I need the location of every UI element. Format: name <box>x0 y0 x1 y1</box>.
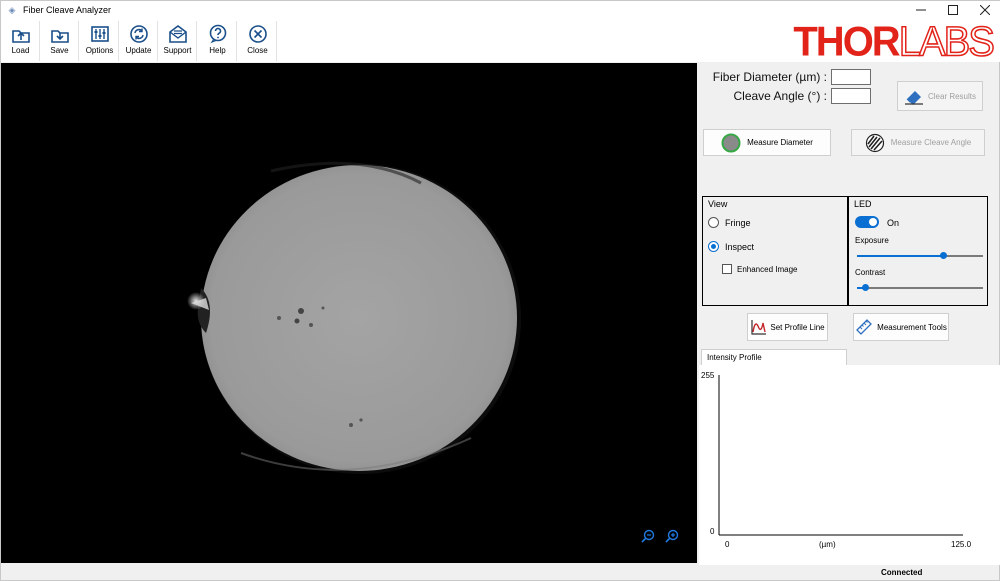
set-profile-line-button[interactable]: Set Profile Line <box>747 313 828 341</box>
clear-results-button[interactable]: Clear Results <box>897 81 983 111</box>
fiber-image-viewer[interactable] <box>1 63 697 563</box>
measure-diameter-button[interactable]: Measure Diameter <box>703 129 831 156</box>
eraser-icon <box>904 91 923 105</box>
title-bar: ◈ Fiber Cleave Analyzer <box>1 1 1000 19</box>
app-icon: ◈ <box>8 5 16 15</box>
window-controls <box>905 1 1000 19</box>
inspect-radio[interactable] <box>708 241 719 252</box>
load-button[interactable]: Load <box>2 21 40 61</box>
zoom-in-icon[interactable] <box>665 529 679 543</box>
exposure-fill <box>857 255 943 257</box>
intensity-profile-plot: 255 0 0 (µm) 125.0 <box>699 365 1000 565</box>
options-icon <box>90 26 109 42</box>
enhanced-image-checkbox[interactable] <box>722 264 732 274</box>
measure-cleave-angle-button[interactable]: Measure Cleave Angle <box>851 129 985 156</box>
load-icon <box>11 30 30 43</box>
x-unit-label: (µm) <box>819 540 836 549</box>
connection-status: Connected <box>881 568 923 577</box>
intensity-profile-axes <box>718 375 963 536</box>
contrast-slider[interactable] <box>857 283 983 293</box>
maximize-icon <box>948 5 958 15</box>
fiber-endface-image <box>187 161 521 474</box>
close-button[interactable]: Close <box>239 21 277 61</box>
zoom-out-icon[interactable] <box>641 529 655 543</box>
fringe-radio[interactable] <box>708 217 719 228</box>
save-icon <box>50 30 69 43</box>
view-group: View Fringe Inspect Enhanced Image <box>702 196 848 306</box>
exposure-thumb[interactable] <box>940 252 947 259</box>
y-max-label: 255 <box>701 371 715 380</box>
close-window-button[interactable] <box>969 1 1000 19</box>
update-button[interactable]: Update <box>120 21 158 61</box>
measurement-tools-button[interactable]: Measurement Tools <box>853 313 949 341</box>
help-button[interactable]: Help <box>199 21 237 61</box>
cleave-angle-label: Cleave Angle (°) : <box>733 89 827 103</box>
tab-intensity-profile[interactable]: Intensity Profile <box>701 349 847 365</box>
close-window-icon <box>980 5 990 15</box>
fiber-diameter-field <box>831 69 871 85</box>
window-title: Fiber Cleave Analyzer <box>23 5 112 15</box>
thorlabs-logo: THORLABS <box>793 18 995 66</box>
fringe-label: Fringe <box>725 218 751 228</box>
fiber-diameter-label: Fiber Diameter (µm) : <box>712 70 827 84</box>
y-min-label: 0 <box>710 527 715 536</box>
support-button[interactable]: Support <box>159 21 197 61</box>
options-button[interactable]: Options <box>81 21 119 61</box>
inspect-label: Inspect <box>725 242 755 252</box>
exposure-label: Exposure <box>855 236 889 245</box>
led-toggle-label: On <box>887 218 900 228</box>
x-min-label: 0 <box>725 540 730 549</box>
maximize-button[interactable] <box>937 1 969 19</box>
support-icon <box>168 25 187 43</box>
led-group: LED On Exposure Contrast <box>848 196 988 306</box>
minimize-icon <box>916 9 926 11</box>
profile-line-icon <box>751 320 767 335</box>
app-window: ◈ Fiber Cleave Analyzer Load Save Option… <box>0 0 1000 581</box>
contrast-thumb[interactable] <box>862 284 869 291</box>
x-max-label: 125.0 <box>951 540 972 549</box>
contrast-label: Contrast <box>855 268 886 277</box>
save-button[interactable]: Save <box>41 21 79 61</box>
contrast-track <box>857 287 983 289</box>
close-icon <box>248 25 267 43</box>
cleave-angle-field <box>831 88 871 104</box>
help-icon <box>209 24 226 44</box>
ruler-icon <box>856 319 873 335</box>
cleave-angle-icon <box>865 133 884 152</box>
diameter-icon <box>721 133 741 152</box>
update-icon <box>129 25 148 43</box>
exposure-slider[interactable] <box>857 251 983 261</box>
enhanced-image-label: Enhanced Image <box>737 265 798 274</box>
minimize-button[interactable] <box>905 1 937 19</box>
led-toggle[interactable] <box>855 216 879 228</box>
